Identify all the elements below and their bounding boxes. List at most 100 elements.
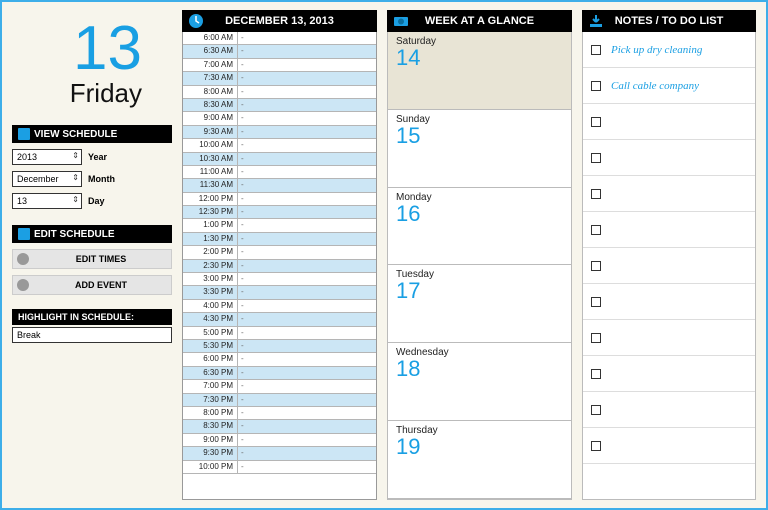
event-cell[interactable]: - — [238, 286, 376, 298]
schedule-row[interactable]: 1:00 PM- — [183, 219, 376, 232]
event-cell[interactable]: - — [238, 327, 376, 339]
schedule-row[interactable]: 1:30 PM- — [183, 233, 376, 246]
event-cell[interactable]: - — [238, 340, 376, 352]
schedule-row[interactable]: 4:00 PM- — [183, 300, 376, 313]
schedule-row[interactable]: 2:00 PM- — [183, 246, 376, 259]
schedule-row[interactable]: 7:00 PM- — [183, 380, 376, 393]
schedule-row[interactable]: 8:00 PM- — [183, 407, 376, 420]
event-cell[interactable]: - — [238, 193, 376, 205]
event-cell[interactable]: - — [238, 246, 376, 258]
checkbox[interactable] — [591, 297, 601, 307]
note-row[interactable]: Call cable company — [583, 68, 755, 104]
event-cell[interactable]: - — [238, 179, 376, 191]
schedule-row[interactable]: 7:30 PM- — [183, 394, 376, 407]
week-day[interactable]: Thursday19 — [388, 421, 571, 499]
note-row[interactable] — [583, 428, 755, 464]
event-cell[interactable]: - — [238, 126, 376, 138]
schedule-row[interactable]: 6:30 AM- — [183, 45, 376, 58]
event-cell[interactable]: - — [238, 273, 376, 285]
schedule-row[interactable]: 6:30 PM- — [183, 367, 376, 380]
event-cell[interactable]: - — [238, 434, 376, 446]
note-text[interactable]: Pick up dry cleaning — [611, 44, 702, 56]
highlight-input[interactable]: Break — [12, 327, 172, 343]
schedule-row[interactable]: 9:30 AM- — [183, 126, 376, 139]
event-cell[interactable]: - — [238, 420, 376, 432]
event-cell[interactable]: - — [238, 219, 376, 231]
schedule-row[interactable]: 10:30 AM- — [183, 153, 376, 166]
schedule-row[interactable]: 12:00 PM- — [183, 193, 376, 206]
schedule-row[interactable]: 9:00 PM- — [183, 434, 376, 447]
schedule-row[interactable]: 8:00 AM- — [183, 86, 376, 99]
schedule-row[interactable]: 10:00 PM- — [183, 461, 376, 474]
event-cell[interactable]: - — [238, 86, 376, 98]
event-cell[interactable]: - — [238, 72, 376, 84]
event-cell[interactable]: - — [238, 99, 376, 111]
event-cell[interactable]: - — [238, 32, 376, 44]
event-cell[interactable]: - — [238, 300, 376, 312]
event-cell[interactable]: - — [238, 45, 376, 57]
event-cell[interactable]: - — [238, 380, 376, 392]
note-row[interactable] — [583, 140, 755, 176]
week-day[interactable]: Monday16 — [388, 188, 571, 266]
schedule-row[interactable]: 7:00 AM- — [183, 59, 376, 72]
schedule-row[interactable]: 3:30 PM- — [183, 286, 376, 299]
checkbox[interactable] — [591, 81, 601, 91]
week-day[interactable]: Saturday14 — [388, 32, 571, 110]
week-day[interactable]: Wednesday18 — [388, 343, 571, 421]
schedule-row[interactable]: 5:00 PM- — [183, 327, 376, 340]
schedule-row[interactable]: 5:30 PM- — [183, 340, 376, 353]
note-row[interactable] — [583, 176, 755, 212]
schedule-row[interactable]: 9:30 PM- — [183, 447, 376, 460]
checkbox[interactable] — [591, 333, 601, 343]
event-cell[interactable]: - — [238, 367, 376, 379]
checkbox[interactable] — [591, 441, 601, 451]
event-cell[interactable]: - — [238, 447, 376, 459]
checkbox[interactable] — [591, 117, 601, 127]
schedule-row[interactable]: 6:00 AM- — [183, 32, 376, 45]
note-row[interactable] — [583, 284, 755, 320]
event-cell[interactable]: - — [238, 353, 376, 365]
event-cell[interactable]: - — [238, 166, 376, 178]
event-cell[interactable]: - — [238, 407, 376, 419]
event-cell[interactable]: - — [238, 394, 376, 406]
checkbox[interactable] — [591, 261, 601, 271]
checkbox[interactable] — [591, 45, 601, 55]
schedule-row[interactable]: 3:00 PM- — [183, 273, 376, 286]
week-day[interactable]: Tuesday17 — [388, 265, 571, 343]
event-cell[interactable]: - — [238, 260, 376, 272]
event-cell[interactable]: - — [238, 233, 376, 245]
schedule-row[interactable]: 2:30 PM- — [183, 260, 376, 273]
event-cell[interactable]: - — [238, 313, 376, 325]
checkbox[interactable] — [591, 369, 601, 379]
event-cell[interactable]: - — [238, 112, 376, 124]
schedule-row[interactable]: 12:30 PM- — [183, 206, 376, 219]
checkbox[interactable] — [591, 153, 601, 163]
note-row[interactable]: Pick up dry cleaning — [583, 32, 755, 68]
checkbox[interactable] — [591, 189, 601, 199]
week-day[interactable]: Sunday15 — [388, 110, 571, 188]
event-cell[interactable]: - — [238, 139, 376, 151]
schedule-row[interactable]: 6:00 PM- — [183, 353, 376, 366]
schedule-row[interactable]: 11:00 AM- — [183, 166, 376, 179]
schedule-row[interactable]: 8:30 PM- — [183, 420, 376, 433]
day-select[interactable]: 13 — [12, 193, 82, 209]
edit-times-button[interactable]: EDIT TIMES — [12, 249, 172, 269]
schedule-row[interactable]: 9:00 AM- — [183, 112, 376, 125]
note-row[interactable] — [583, 320, 755, 356]
checkbox[interactable] — [591, 225, 601, 235]
schedule-row[interactable]: 10:00 AM- — [183, 139, 376, 152]
month-select[interactable]: December — [12, 171, 82, 187]
schedule-row[interactable]: 7:30 AM- — [183, 72, 376, 85]
event-cell[interactable]: - — [238, 59, 376, 71]
add-event-button[interactable]: ADD EVENT — [12, 275, 172, 295]
note-row[interactable] — [583, 104, 755, 140]
schedule-row[interactable]: 4:30 PM- — [183, 313, 376, 326]
schedule-row[interactable]: 11:30 AM- — [183, 179, 376, 192]
schedule-row[interactable]: 8:30 AM- — [183, 99, 376, 112]
note-row[interactable] — [583, 392, 755, 428]
event-cell[interactable]: - — [238, 461, 376, 473]
checkbox[interactable] — [591, 405, 601, 415]
note-text[interactable]: Call cable company — [611, 80, 699, 92]
note-row[interactable] — [583, 356, 755, 392]
event-cell[interactable]: - — [238, 206, 376, 218]
